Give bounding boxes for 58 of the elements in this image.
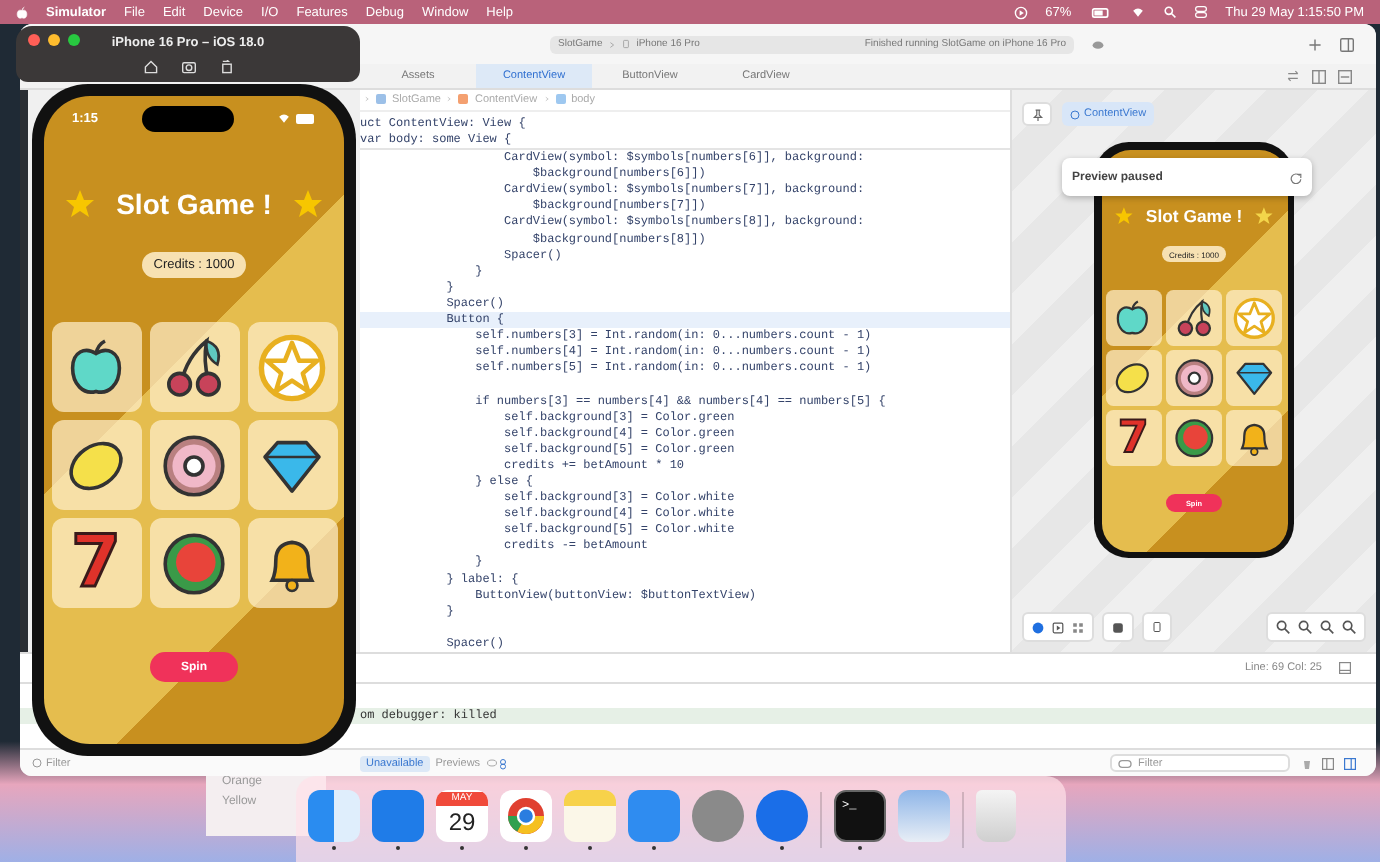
file-icon bbox=[376, 94, 386, 105]
panel-icon[interactable] bbox=[1338, 662, 1352, 674]
zoom-icon[interactable] bbox=[1298, 620, 1312, 634]
filter-icon bbox=[1118, 759, 1132, 767]
battery-icon[interactable] bbox=[1089, 7, 1112, 17]
seven-symbol: 7 bbox=[70, 527, 122, 599]
wifi-icon bbox=[275, 112, 292, 124]
home-icon[interactable] bbox=[143, 59, 157, 73]
trash-icon[interactable] bbox=[1302, 757, 1312, 769]
sidebar-icon[interactable] bbox=[1338, 37, 1356, 51]
file-icon bbox=[458, 94, 469, 105]
minimize-button[interactable] bbox=[48, 34, 60, 46]
control-center-icon[interactable] bbox=[1193, 6, 1208, 18]
filter-icon bbox=[32, 758, 42, 768]
arrows-icon[interactable] bbox=[1286, 70, 1300, 82]
gear-icon[interactable] bbox=[692, 789, 744, 841]
close-button[interactable] bbox=[28, 34, 40, 46]
pin-button[interactable] bbox=[1022, 102, 1052, 126]
device-settings-icon[interactable] bbox=[1112, 621, 1124, 633]
wifi-icon[interactable] bbox=[1129, 6, 1146, 18]
variables-icon[interactable] bbox=[498, 757, 509, 769]
game-title: Slot Game ! bbox=[116, 188, 272, 220]
browser-icon[interactable] bbox=[500, 789, 552, 841]
split-icon[interactable] bbox=[1312, 69, 1326, 83]
finder-icon[interactable] bbox=[308, 789, 360, 841]
add-editor-icon[interactable] bbox=[1338, 69, 1352, 83]
play-icon[interactable] bbox=[1052, 621, 1064, 633]
plus-icon[interactable] bbox=[1308, 37, 1322, 51]
camera-icon[interactable] bbox=[181, 59, 195, 73]
game-title: Slot Game ! bbox=[1145, 206, 1243, 227]
phone-icon bbox=[622, 38, 631, 50]
refresh-icon[interactable] bbox=[1290, 171, 1302, 183]
rotate-icon[interactable] bbox=[219, 59, 233, 73]
zoom-icon[interactable] bbox=[1276, 620, 1290, 634]
star-icon bbox=[64, 188, 97, 220]
battery-icon bbox=[295, 113, 316, 123]
search-icon[interactable] bbox=[1163, 6, 1176, 18]
record-icon[interactable] bbox=[1013, 5, 1028, 19]
round-app-icon[interactable] bbox=[756, 789, 808, 841]
dynamic-island bbox=[141, 105, 233, 131]
cloud-icon bbox=[1090, 38, 1106, 50]
grid-icon[interactable] bbox=[1072, 621, 1084, 633]
pin-icon bbox=[1031, 107, 1043, 121]
panel-icon[interactable] bbox=[1344, 757, 1356, 769]
star-icon bbox=[1113, 206, 1134, 227]
property-icon bbox=[555, 94, 566, 105]
apple-logo-icon[interactable] bbox=[16, 5, 28, 19]
star-icon bbox=[291, 188, 324, 220]
live-icon[interactable] bbox=[1032, 621, 1044, 633]
star-icon bbox=[1254, 206, 1275, 227]
preview-icon bbox=[1070, 109, 1080, 119]
zoom-icon[interactable] bbox=[1342, 620, 1356, 634]
seven-symbol: 7 bbox=[1117, 416, 1149, 462]
split-icon[interactable] bbox=[1322, 757, 1334, 769]
zoom-icon[interactable] bbox=[1320, 620, 1334, 634]
phone-icon[interactable] bbox=[1152, 620, 1162, 634]
zoom-button[interactable] bbox=[68, 34, 80, 46]
chevron-icon bbox=[608, 39, 617, 49]
